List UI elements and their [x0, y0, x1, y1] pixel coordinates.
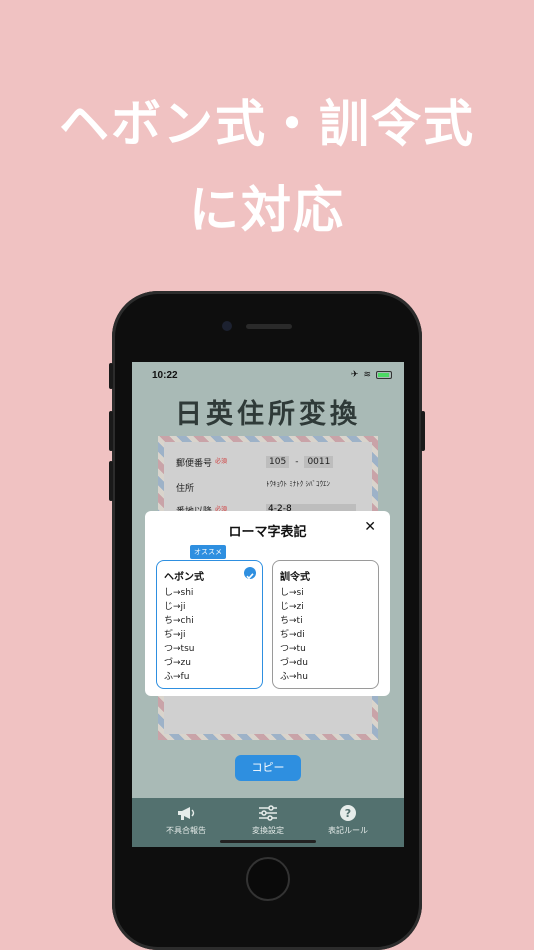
postal-code-field-1[interactable]: 105: [266, 456, 290, 468]
tab-notation-rules[interactable]: ? 表記ルール: [308, 804, 388, 836]
close-icon[interactable]: ✕: [364, 519, 376, 535]
tab-label: 変換設定: [252, 826, 284, 835]
list-item: じ→ji: [164, 602, 186, 612]
front-camera: [222, 321, 232, 331]
power-button: [421, 411, 425, 451]
tab-bug-report[interactable]: 不具合報告: [146, 804, 226, 836]
volume-up-button: [109, 411, 113, 451]
megaphone-icon: [146, 804, 226, 822]
tab-label: 表記ルール: [328, 826, 368, 835]
address-label: 住所: [176, 484, 195, 494]
promo-headline-2: に対応: [189, 180, 345, 239]
list-item: し→shi: [164, 588, 194, 598]
tab-conversion-settings[interactable]: 変換設定: [228, 804, 308, 836]
kunrei-option[interactable]: 訓令式 し→si じ→zi ち→ti ぢ→di つ→tu づ→du ふ→hu: [272, 560, 379, 689]
promo-headline-1: ヘボン式・訓令式: [59, 94, 475, 153]
home-indicator: [220, 840, 316, 843]
hepburn-option[interactable]: ヘボン式 し→shi じ→ji ち→chi ぢ→ji つ→tsu づ→zu ふ→…: [156, 560, 263, 689]
postal-dash: -: [295, 457, 299, 467]
required-mark: 必須: [215, 458, 228, 465]
list-item: じ→zi: [280, 602, 304, 612]
status-bar: 10:22 ✈ ≋: [132, 362, 404, 388]
battery-icon: [376, 371, 392, 379]
list-item: ぢ→ji: [164, 630, 186, 640]
postal-label: 郵便番号: [176, 459, 213, 469]
home-button[interactable]: [246, 857, 290, 901]
address-field[interactable]: ﾄｳｷｮｳﾄ ﾐﾅﾄｸ ｼﾊﾞｺｳｴﾝ: [266, 479, 330, 489]
list-item: ち→ti: [280, 616, 303, 626]
hepburn-list: し→shi じ→ji ち→chi ぢ→ji つ→tsu づ→zu ふ→fu: [164, 586, 194, 684]
romaji-modal: ローマ字表記 ✕ オススメ ヘボン式 し→shi じ→ji ち→chi ぢ→ji…: [145, 511, 390, 696]
check-icon: [244, 567, 256, 580]
wifi-icon: ≋: [363, 370, 371, 380]
airplane-icon: ✈: [350, 370, 359, 380]
earpiece-speaker: [246, 324, 292, 329]
tab-label: 不具合報告: [166, 826, 206, 835]
mute-switch: [109, 363, 113, 389]
status-time: 10:22: [152, 370, 178, 381]
app-title: 日英住所変換: [175, 399, 361, 430]
list-item: ふ→fu: [164, 672, 190, 682]
svg-text:?: ?: [345, 807, 351, 820]
list-item: ふ→hu: [280, 672, 308, 682]
volume-down-button: [109, 461, 113, 501]
help-icon: ?: [308, 804, 388, 822]
list-item: ぢ→di: [280, 630, 305, 640]
list-item: づ→zu: [164, 658, 191, 668]
recommended-badge: オススメ: [190, 545, 226, 559]
kunrei-list: し→si じ→zi ち→ti ぢ→di つ→tu づ→du ふ→hu: [280, 586, 308, 684]
list-item: ち→chi: [164, 616, 194, 626]
postal-code-field-2[interactable]: 0011: [304, 456, 334, 468]
list-item: し→si: [280, 588, 304, 598]
modal-title: ローマ字表記: [228, 525, 307, 540]
list-item: つ→tsu: [164, 644, 195, 654]
kunrei-title: 訓令式: [280, 572, 310, 583]
copy-button[interactable]: コピー: [235, 755, 301, 781]
list-item: つ→tu: [280, 644, 306, 654]
sliders-icon: [228, 804, 308, 822]
hepburn-title: ヘボン式: [164, 572, 204, 583]
list-item: づ→du: [280, 658, 308, 668]
